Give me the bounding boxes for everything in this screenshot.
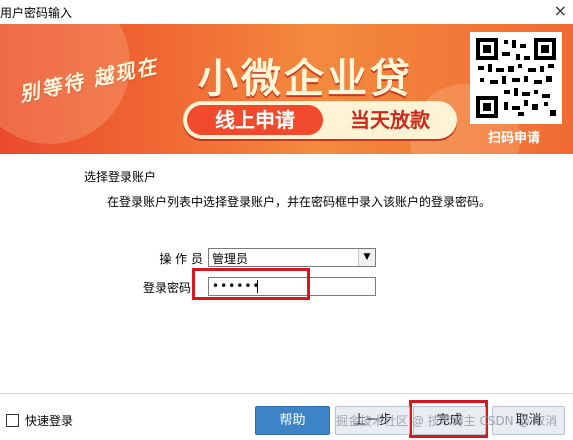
password-highlight-box — [192, 268, 310, 300]
window-title: 用户密码输入 — [0, 6, 73, 20]
operator-select[interactable]: 管理员 ▼ — [208, 248, 376, 267]
quick-login-checkbox[interactable]: 快速登录 — [6, 412, 73, 429]
quick-login-label: 快速登录 — [25, 414, 74, 428]
help-button[interactable]: 帮助 — [255, 406, 330, 435]
banner-cta: 线上申请 当天放款 — [183, 101, 457, 139]
watermark-overlay: 掘金技术社区 @ 技术博主 CSDN @ 取消 — [336, 414, 558, 428]
chevron-down-icon[interactable]: ▼ — [358, 249, 375, 266]
footer-divider — [0, 393, 573, 394]
checkbox-icon[interactable] — [6, 414, 19, 427]
apply-online-button[interactable]: 线上申请 — [187, 105, 323, 135]
ad-banner[interactable]: 别等待 越现在 小微企业贷 线上申请 当天放款 扫码申请 — [0, 24, 573, 154]
same-day-label: 当天放款 — [350, 108, 430, 132]
qr-caption: 扫码申请 — [487, 131, 540, 146]
operator-label: 操 作 员 — [159, 252, 203, 266]
password-label: 登录密码 — [142, 281, 191, 295]
qr-code-icon — [470, 32, 562, 124]
banner-title: 小微企业贷 — [198, 56, 413, 102]
operator-value: 管理员 — [212, 252, 249, 266]
section-description: 在登录账户列表中选择登录账户，并在密码框中录入该账户的登录密码。 — [107, 195, 492, 209]
close-icon[interactable]: × — [554, 2, 567, 20]
section-title: 选择登录账户 — [84, 170, 157, 184]
window-titlebar: 用户密码输入 × — [0, 0, 573, 25]
